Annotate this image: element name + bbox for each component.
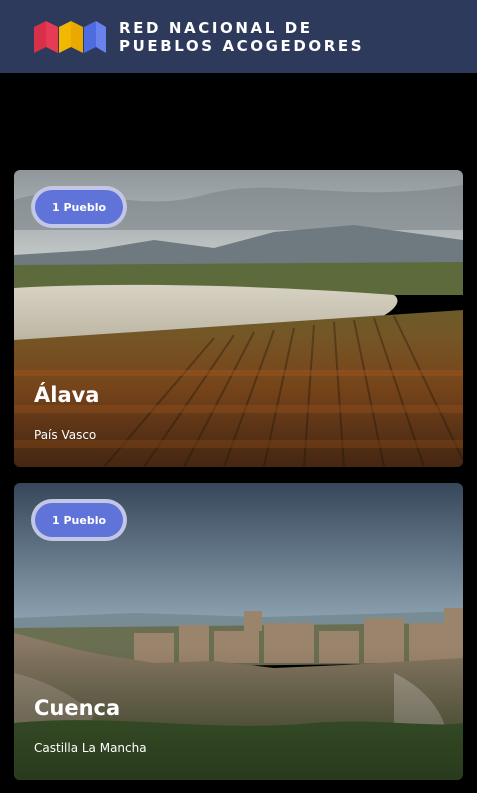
site-brand[interactable]: RED NACIONAL DE PUEBLOS ACOGEDORES: [119, 19, 364, 55]
province-title: Álava: [34, 383, 100, 407]
site-header: RED NACIONAL DE PUEBLOS ACOGEDORES: [0, 0, 477, 73]
village-count-badge: 1 Pueblo: [31, 186, 128, 228]
province-card-alava[interactable]: 1 Pueblo Álava País Vasco: [14, 170, 463, 467]
province-card-cuenca[interactable]: 1 Pueblo Cuenca Castilla La Mancha: [14, 483, 463, 780]
region-label: País Vasco: [34, 428, 97, 442]
region-label: Castilla La Mancha: [34, 741, 147, 755]
brand-line-2: PUEBLOS ACOGEDORES: [119, 36, 365, 55]
village-count-badge: 1 Pueblo: [31, 499, 128, 541]
logo-icon[interactable]: [34, 20, 106, 53]
brand-line-1: RED NACIONAL DE: [119, 18, 313, 37]
province-title: Cuenca: [34, 696, 121, 720]
